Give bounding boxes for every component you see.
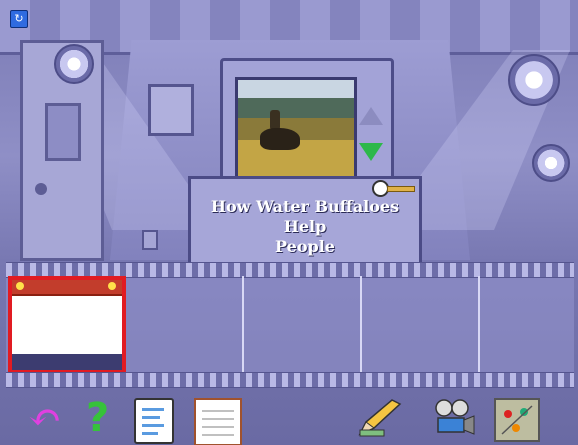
video-title-line-2: People xyxy=(275,237,335,256)
video-monitor xyxy=(220,58,394,188)
magnifier-handle-icon xyxy=(387,186,415,192)
wall-outlet xyxy=(142,230,158,250)
film-frame-4[interactable] xyxy=(362,276,480,372)
video-thumbnail[interactable] xyxy=(235,77,357,183)
door-knob xyxy=(35,183,47,195)
paper-line xyxy=(202,434,234,436)
pencil-icon[interactable] xyxy=(356,398,404,438)
notepad-line xyxy=(142,408,164,411)
previous-video-button[interactable] xyxy=(359,107,383,125)
door-window xyxy=(45,103,81,161)
mini-stage-audience xyxy=(12,354,122,370)
app-menu-icon[interactable]: ↻ xyxy=(10,10,28,28)
film-sprockets-bottom xyxy=(6,372,574,388)
magnify-button[interactable] xyxy=(372,180,416,197)
film-frame-2[interactable] xyxy=(126,276,244,372)
projector-icon[interactable] xyxy=(430,398,476,438)
film-frame-selected[interactable] xyxy=(8,276,126,374)
film-frame-3[interactable] xyxy=(244,276,362,372)
bottom-toolbar: ↶ ? xyxy=(0,392,578,445)
next-video-button[interactable] xyxy=(359,143,383,161)
mini-stage-curtain xyxy=(12,280,122,296)
paper-line xyxy=(202,418,234,420)
paper-line xyxy=(202,426,234,428)
stage-light-right-icon xyxy=(508,54,560,106)
back-arrow-icon[interactable]: ↶ xyxy=(28,398,68,438)
notepad-icon[interactable] xyxy=(134,398,174,444)
water-buffalo-figure xyxy=(260,128,300,150)
film-strip xyxy=(6,262,574,388)
video-title: How Water Buffaloes Help People xyxy=(191,197,419,257)
clipboard-icon[interactable] xyxy=(194,398,242,445)
notepad-line xyxy=(142,424,164,427)
stage-light-right-lower-icon xyxy=(532,144,570,182)
map-icon[interactable] xyxy=(494,398,540,442)
video-title-line-1: How Water Buffaloes Help xyxy=(210,197,400,236)
paper-line xyxy=(202,410,234,412)
wall-fan-icon xyxy=(148,84,194,136)
notepad-line xyxy=(142,416,160,419)
rider-figure xyxy=(270,110,280,130)
scene-stage: ↻ How Water Buffaloes Help People ↶ ? xyxy=(0,0,578,445)
footlight-right-icon xyxy=(108,282,116,290)
notepad-line xyxy=(142,432,158,435)
film-frame-5[interactable] xyxy=(480,276,578,372)
footlight-left-icon xyxy=(16,282,24,290)
stage-light-left-icon xyxy=(54,44,94,84)
help-question-icon[interactable]: ? xyxy=(86,398,114,438)
